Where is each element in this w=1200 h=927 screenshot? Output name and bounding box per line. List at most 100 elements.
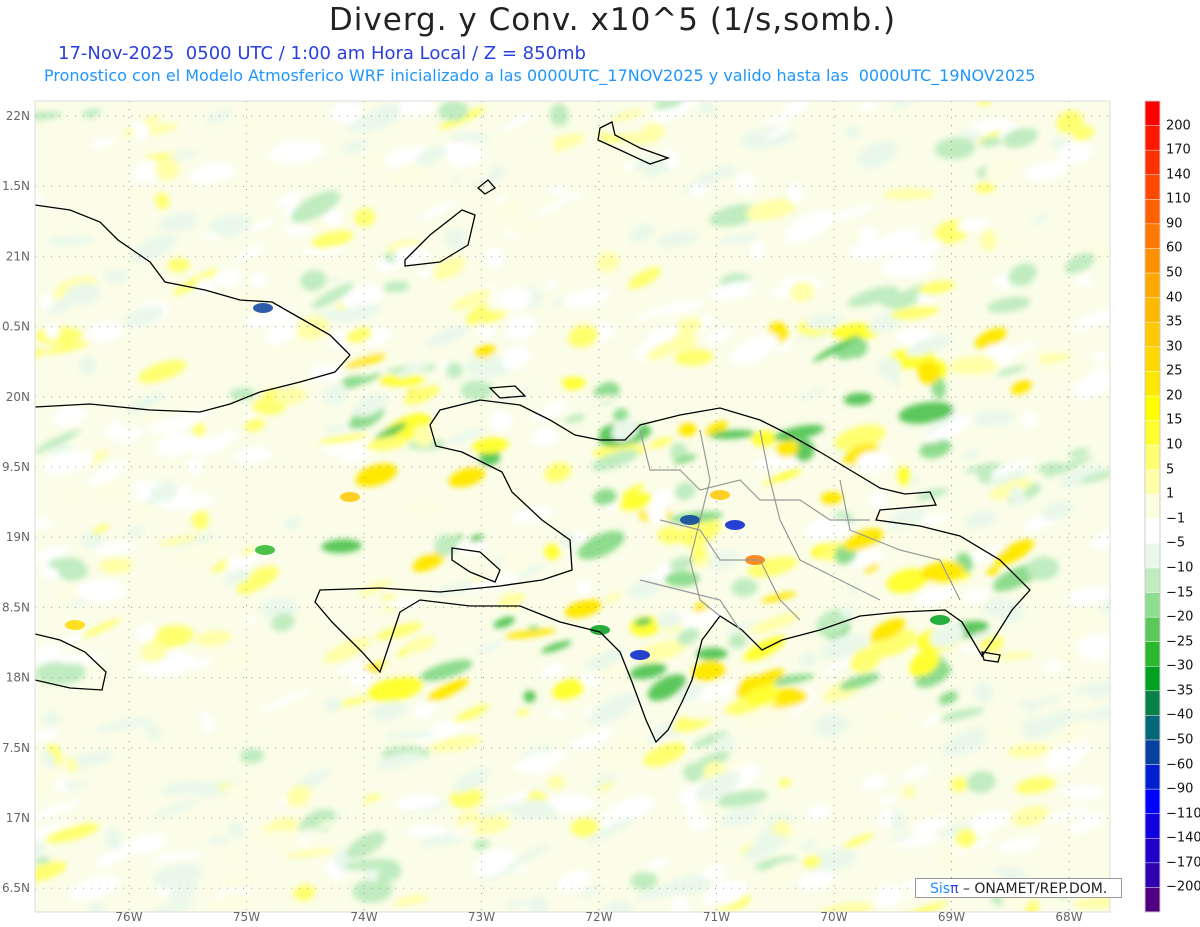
lat-tick-label: 0.5N (2, 320, 30, 334)
colorbar-label: 110 (1166, 191, 1191, 207)
lon-tick-label: 75W (233, 910, 260, 924)
colorbar-label: −15 (1166, 585, 1194, 600)
colorbar-bin (1144, 100, 1161, 127)
colorbar-bin (1144, 813, 1161, 840)
colorbar-bin (1144, 715, 1161, 741)
lat-tick-label: 9.5N (2, 460, 30, 474)
field-cell (167, 257, 191, 273)
lat-tick-label: 19N (6, 530, 30, 544)
colorbar-label: −1 (1166, 511, 1186, 527)
colorbar-bin (1144, 887, 1161, 913)
colorbar-bin (1144, 567, 1161, 594)
colorbar-label: 140 (1166, 167, 1191, 183)
colorbar-label: −50 (1166, 732, 1194, 748)
colorbar-bin (1144, 838, 1161, 864)
field-extreme (725, 520, 745, 530)
field-extreme (255, 545, 275, 555)
colorbar-bin (1144, 616, 1161, 643)
colorbar-bin (1144, 223, 1161, 250)
credit-box: Sisπ – ONAMET/REP.DOM. (915, 878, 1122, 898)
colorbar-bin (1144, 174, 1161, 201)
lat-tick-label: 21N (6, 249, 30, 263)
lon-tick-label: 71W (703, 910, 730, 924)
colorbar-label: 10 (1166, 437, 1183, 453)
colorbar-label: 200 (1166, 118, 1191, 134)
lat-tick-label: 20N (6, 390, 30, 404)
lat-tick-label: 22N (6, 109, 30, 123)
lon-tick-label: 70W (820, 910, 847, 924)
colorbar-label: −60 (1166, 757, 1194, 773)
colorbar-bin (1144, 371, 1161, 397)
colorbar-label: −40 (1166, 707, 1194, 723)
lon-tick-label: 74W (350, 910, 377, 924)
colorbar-bin (1144, 125, 1161, 151)
colorbar-label: −20 (1166, 609, 1194, 625)
colorbar-bin (1144, 739, 1161, 766)
lon-tick-label: 69W (938, 910, 965, 924)
field-extreme (253, 303, 273, 313)
colorbar-bin (1144, 764, 1161, 790)
colorbar-label: 30 (1166, 339, 1183, 355)
field-extreme (680, 515, 700, 525)
map-title: Diverg. y Conv. x10^5 (1/s,somb.) (328, 2, 897, 38)
colorbar-label: −25 (1166, 634, 1194, 650)
lat-tick-label: 6.5N (2, 881, 30, 895)
colorbar-bin (1144, 321, 1161, 348)
model-info-subtitle: Pronostico con el Modelo Atmosferico WRF… (44, 66, 1036, 85)
colorbar-label: 1 (1166, 486, 1175, 502)
field-extreme (65, 620, 85, 630)
field-extreme (710, 490, 730, 500)
lat-tick-label: 17N (6, 811, 30, 825)
colorbar-label: −30 (1166, 658, 1194, 674)
colorbar-bin (1144, 592, 1161, 618)
colorbar-label: 60 (1166, 240, 1183, 256)
colorbar-label: −110 (1166, 806, 1200, 822)
field-extreme (340, 492, 360, 502)
field-cell (1022, 410, 1037, 430)
lon-tick-label: 72W (585, 910, 612, 924)
credit-org: – ONAMET/REP.DOM. (958, 881, 1108, 897)
colorbar-label: −5 (1166, 535, 1186, 551)
lat-tick-label: 1.5N (2, 179, 30, 193)
colorbar-bin (1144, 543, 1161, 569)
colorbar-label: −35 (1166, 683, 1194, 699)
colorbar-bin (1144, 493, 1161, 520)
colorbar-bin (1144, 272, 1161, 299)
lon-tick-label: 73W (468, 910, 495, 924)
colorbar-bin (1144, 248, 1161, 274)
colorbar-bin (1144, 297, 1161, 323)
colorbar-label: −170 (1166, 855, 1200, 871)
lat-tick-label: 18N (6, 671, 30, 685)
credit-pi: π (950, 881, 959, 897)
colorbar-bin (1144, 788, 1161, 815)
colorbar-bin (1144, 420, 1161, 446)
colorbar-bin (1144, 690, 1161, 717)
field-extreme (630, 650, 650, 660)
colorbar-label: −200 (1166, 879, 1200, 895)
colorbar-label: 90 (1166, 216, 1183, 232)
colorbar-label: 35 (1166, 314, 1183, 330)
lat-tick-label: 8.5N (2, 600, 30, 614)
colorbar-bin (1144, 444, 1161, 471)
colorbar-bin (1144, 518, 1161, 545)
colorbar-bin (1144, 862, 1161, 889)
colorbar-label: 170 (1166, 142, 1191, 158)
colorbar-bin (1144, 641, 1161, 667)
colorbar-bin (1144, 149, 1161, 176)
lon-tick-label: 76W (115, 910, 142, 924)
lat-tick-label: 7.5N (2, 741, 30, 755)
colorbar-label: 50 (1166, 265, 1183, 281)
colorbar-bin (1144, 469, 1161, 495)
colorbar-label: 20 (1166, 388, 1183, 404)
colorbar-label: 15 (1166, 412, 1183, 428)
colorbar-label: 5 (1166, 462, 1175, 478)
colorbar-label: −10 (1166, 560, 1194, 576)
colorbar-label: 40 (1166, 290, 1183, 306)
colorbar-bin (1144, 395, 1161, 422)
lon-tick-label: 68W (1055, 910, 1082, 924)
colorbar-bin (1144, 665, 1161, 692)
colorbar (1144, 100, 1161, 913)
colorbar-bin (1144, 346, 1161, 373)
field-extreme (930, 615, 950, 625)
colorbar-bin (1144, 199, 1161, 225)
